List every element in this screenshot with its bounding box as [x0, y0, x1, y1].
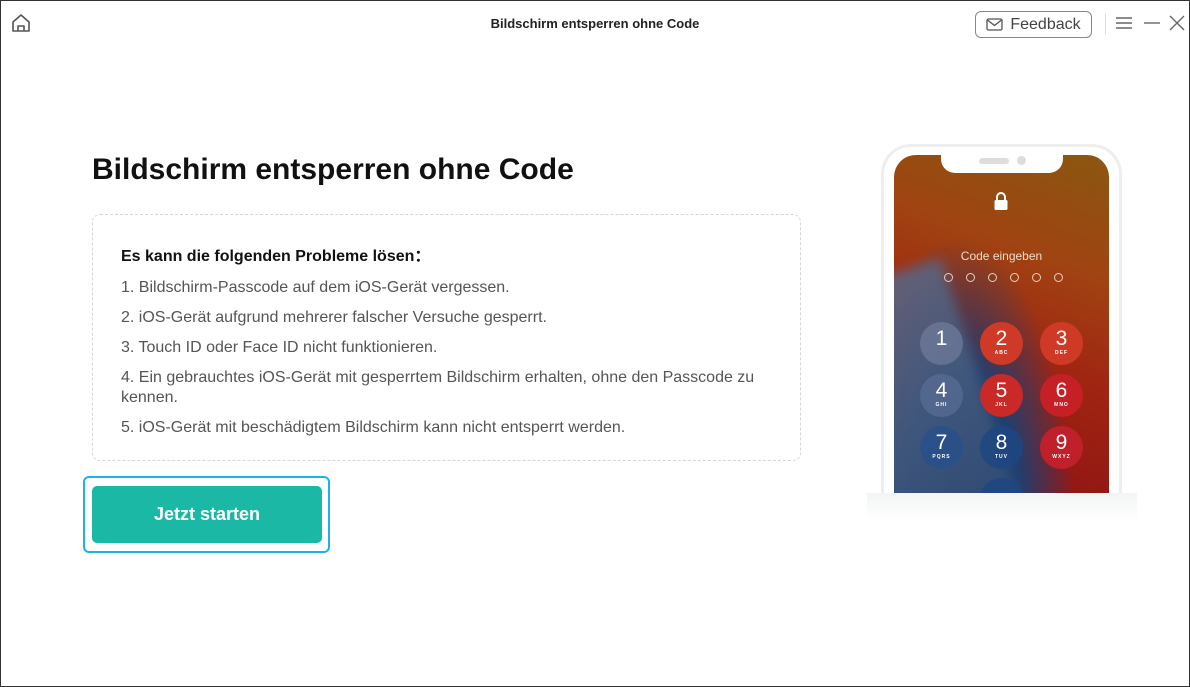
keypad-key-3: 3 DEF — [1040, 322, 1083, 365]
app-window: Bildschirm entsperren ohne Code Feedback… — [0, 0, 1190, 687]
keypad-key-4: 4 GHI — [920, 374, 963, 417]
list-item: 2. iOS-Gerät aufgrund mehrerer falscher … — [121, 309, 547, 326]
mail-icon — [986, 18, 1004, 31]
problems-title: Es kann die folgenden Probleme lösen： — [121, 248, 431, 265]
keypad-key-7: 7 PQRS — [920, 426, 963, 469]
feedback-button[interactable]: Feedback — [975, 11, 1092, 38]
phone-stand — [867, 493, 1137, 523]
minimize-icon[interactable] — [1142, 13, 1162, 33]
keypad-key-1: 1 — [920, 322, 963, 365]
feedback-label: Feedback — [1010, 15, 1081, 33]
problems-box: Es kann die folgenden Probleme lösen： 1.… — [92, 214, 801, 461]
page-title: Bildschirm entsperren ohne Code — [92, 153, 574, 186]
passcode-prompt: Code eingeben — [960, 249, 1043, 263]
lock-icon — [994, 192, 1008, 210]
phone-illustration: Code eingeben 1 2 ABC 3 DEF 4 GHI 5 JKL 6 MNO 7 PQRS… — [881, 144, 1122, 514]
problems-list: 1. Bildschirm-Passcode auf dem iOS-Gerät… — [121, 278, 781, 448]
list-item: 3. Touch ID oder Face ID nicht funktioni… — [121, 339, 438, 356]
keypad-key-9: 9 WXYZ — [1040, 426, 1083, 469]
start-button-focus-ring: Jetzt starten — [83, 476, 330, 553]
list-item: 5. iOS-Gerät mit beschädigtem Bildschirm… — [121, 419, 626, 436]
keypad-key-6: 6 MNO — [1040, 374, 1083, 417]
phone-notch — [940, 155, 1063, 173]
menu-icon[interactable] — [1114, 13, 1134, 33]
keypad-key-2: 2 ABC — [980, 322, 1023, 365]
phone-screen: Code eingeben 1 2 ABC 3 DEF 4 GHI 5 JKL 6 MNO 7 PQRS… — [894, 155, 1109, 500]
list-item: 1. Bildschirm-Passcode auf dem iOS-Gerät… — [121, 279, 510, 296]
keypad-key-5: 5 JKL — [980, 374, 1023, 417]
list-item: 4. Ein gebrauchtes iOS-Gerät mit gesperr… — [121, 369, 755, 406]
close-icon[interactable] — [1167, 13, 1187, 33]
passcode-dots — [944, 273, 1063, 282]
keypad-key-8: 8 TUV — [980, 426, 1023, 469]
start-button[interactable]: Jetzt starten — [92, 486, 322, 543]
divider — [1105, 13, 1106, 35]
